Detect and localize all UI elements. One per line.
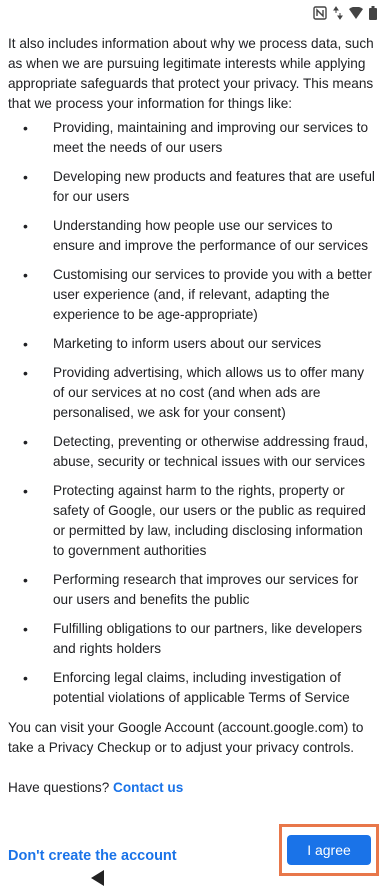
list-item: Enforcing legal claims, including invest… (8, 668, 376, 708)
list-item: Providing advertising, which allows us t… (8, 363, 376, 423)
battery-icon (369, 6, 377, 20)
list-item: Developing new products and features tha… (8, 167, 376, 207)
list-item: Detecting, preventing or otherwise addre… (8, 432, 376, 472)
processing-purposes-list: Providing, maintaining and improving our… (8, 118, 376, 708)
list-item: Customising our services to provide you … (8, 265, 376, 325)
navigation-bar (0, 870, 385, 888)
list-item: Performing research that improves our se… (8, 570, 376, 610)
list-item: Fulfilling obligations to our partners, … (8, 619, 376, 659)
wifi-icon (349, 7, 363, 19)
dont-create-account-button[interactable]: Don't create the account (8, 848, 177, 864)
data-arrows-icon (333, 6, 343, 20)
agree-highlight: I agree (279, 824, 379, 876)
list-item: Understanding how people use our service… (8, 216, 376, 256)
questions-text: Have questions? (8, 780, 114, 795)
privacy-content: It also includes information about why w… (8, 34, 376, 798)
agree-button[interactable]: I agree (287, 835, 371, 865)
questions-paragraph: Have questions? Contact us (8, 778, 376, 798)
status-bar (0, 0, 385, 28)
list-item: Providing, maintaining and improving our… (8, 118, 376, 158)
list-item: Marketing to inform users about our serv… (8, 334, 376, 354)
intro-paragraph: It also includes information about why w… (8, 36, 374, 111)
status-icons (313, 6, 377, 20)
account-paragraph: You can visit your Google Account (accou… (8, 720, 364, 755)
contact-us-link[interactable]: Contact us (113, 780, 183, 795)
nfc-icon (313, 6, 327, 20)
back-icon[interactable] (91, 870, 105, 886)
list-item: Protecting against harm to the rights, p… (8, 481, 376, 561)
